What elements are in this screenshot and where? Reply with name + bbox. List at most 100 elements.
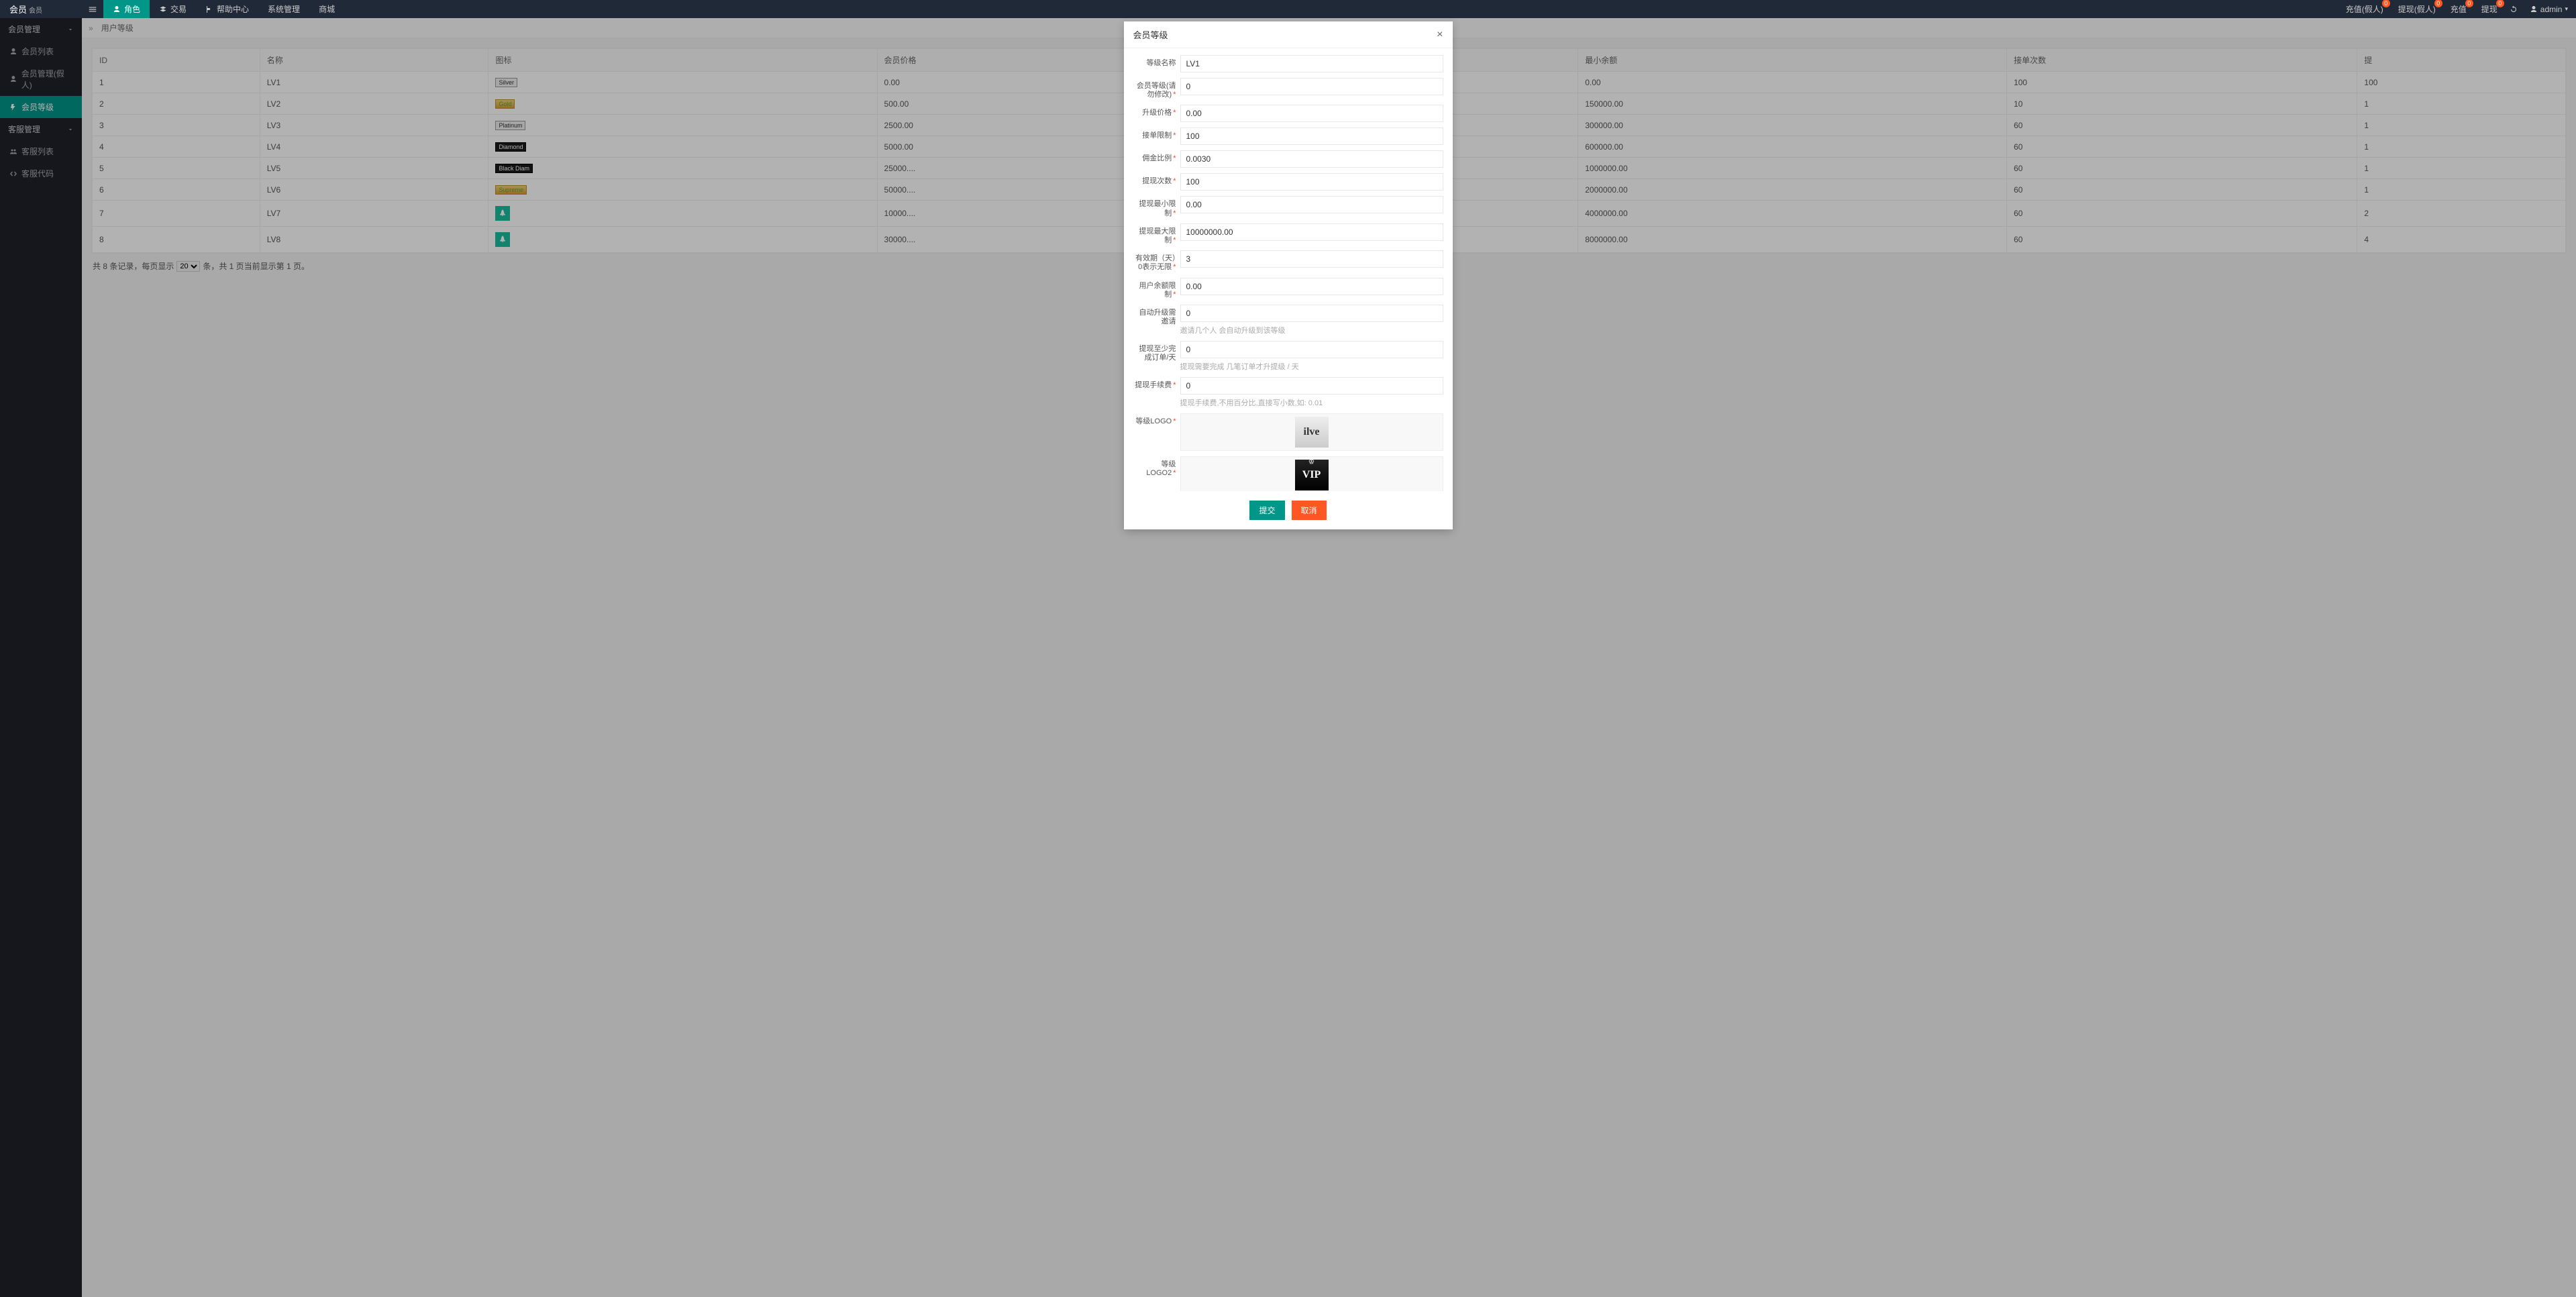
form-row-name: 等级名称 <box>1133 55 1443 72</box>
input-wcount[interactable] <box>1180 173 1443 191</box>
badge: 0 <box>2465 0 2473 7</box>
input-wmax[interactable] <box>1180 223 1443 241</box>
brand-subtitle: 会员 <box>29 5 42 15</box>
form-row-wmax: 提现最大限制* <box>1133 223 1443 245</box>
upload-box-logo[interactable]: ilve <box>1180 413 1443 451</box>
form-label-upgrade: 升级价格* <box>1133 105 1180 117</box>
topright-label: 充值(假人) <box>2346 3 2383 15</box>
submit-button[interactable]: 提交 <box>1249 501 1284 520</box>
form-label-name: 等级名称 <box>1133 55 1180 68</box>
chevron-down-icon: ▾ <box>2565 5 2568 13</box>
form-control-worders: 提现需要完成 几笔订单才升提级 / 天 <box>1180 341 1443 372</box>
form-control-logo: ilve <box>1180 413 1443 451</box>
help-autoinvite: 邀请几个人 会自动升级到该等级 <box>1180 325 1443 335</box>
form-row-wfee: 提现手续费*提现手续费,不用百分比,直接写小数,如: 0.01 <box>1133 377 1443 408</box>
form-row-logo: 等级LOGO* ilve <box>1133 413 1443 451</box>
form-control-autoinvite: 邀请几个人 会自动升级到该等级 <box>1180 305 1443 335</box>
input-upgrade[interactable] <box>1180 105 1443 122</box>
topnav-item-3[interactable]: 系统管理 <box>258 0 309 18</box>
form-row-balancelimit: 用户余额限制* <box>1133 278 1443 299</box>
topright-item-3[interactable]: 提现0 <box>2481 3 2497 15</box>
topright-item-2[interactable]: 充值0 <box>2451 3 2467 15</box>
topbar: 会员 会员 角色交易帮助中心系统管理商城 充值(假人)0提现(假人)0充值0提现… <box>0 0 2576 18</box>
form-row-valid: 有效期（天）0表示无限* <box>1133 250 1443 272</box>
topnav-item-2[interactable]: 帮助中心 <box>196 0 258 18</box>
input-valid[interactable] <box>1180 250 1443 268</box>
form-label-worders: 提现至少完成订单/天 <box>1133 341 1180 362</box>
input-orderlimit[interactable] <box>1180 127 1443 145</box>
form-row-wmin: 提现最小限制* <box>1133 196 1443 217</box>
input-autoinvite[interactable] <box>1180 305 1443 322</box>
form-label-logo2: 等级LOGO2* <box>1133 456 1180 478</box>
flag-icon <box>205 5 213 13</box>
form-control-wcount <box>1180 173 1443 191</box>
form-control-name <box>1180 55 1443 72</box>
form-control-upgrade <box>1180 105 1443 122</box>
form-row-logo2: 等级LOGO2* VIP <box>1133 456 1443 491</box>
menu-toggle-button[interactable] <box>82 5 103 14</box>
form-control-balancelimit <box>1180 278 1443 295</box>
user-icon <box>2530 5 2538 13</box>
topnav: 角色 交易帮助中心系统管理 商城 <box>103 0 344 18</box>
logo-preview-logo: ilve <box>1295 417 1329 448</box>
topnav-item-1[interactable]: 交易 <box>150 0 196 18</box>
form-control-wmin <box>1180 196 1443 213</box>
topright-item-0[interactable]: 充值(假人)0 <box>2346 3 2383 15</box>
brand: 会员 会员 <box>0 3 82 15</box>
form-label-level: 会员等级(请勿修改)* <box>1133 78 1180 99</box>
topnav-item-4[interactable]: 商城 <box>309 0 344 18</box>
scale-icon <box>159 5 167 13</box>
input-rate[interactable] <box>1180 150 1443 168</box>
modal-member-level: 会员等级 × 等级名称会员等级(请勿修改)* 升级价格* 接单限制* 佣金比例* 提现次… <box>1124 21 1453 529</box>
user-name: admin <box>2540 5 2563 14</box>
user-icon <box>113 5 121 13</box>
help-wfee: 提现手续费,不用百分比,直接写小数,如: 0.01 <box>1180 397 1443 408</box>
form-label-orderlimit: 接单限制* <box>1133 127 1180 140</box>
badge: 0 <box>2382 0 2390 7</box>
topnav-label: 交易 <box>170 3 187 15</box>
form-row-worders: 提现至少完成订单/天提现需要完成 几笔订单才升提级 / 天 <box>1133 341 1443 372</box>
form-label-valid: 有效期（天）0表示无限* <box>1133 250 1180 272</box>
form-control-level <box>1180 78 1443 95</box>
refresh-button[interactable] <box>2510 5 2518 13</box>
topnav-label: 商城 <box>319 3 335 15</box>
input-worders[interactable] <box>1180 341 1443 358</box>
form-label-balancelimit: 用户余额限制* <box>1133 278 1180 299</box>
input-name[interactable] <box>1180 55 1443 72</box>
form-label-rate: 佣金比例* <box>1133 150 1180 163</box>
modal-body: 等级名称会员等级(请勿修改)* 升级价格* 接单限制* 佣金比例* 提现次数* 提现最小限… <box>1124 48 1453 491</box>
input-level[interactable] <box>1180 78 1443 95</box>
form-row-upgrade: 升级价格* <box>1133 105 1443 122</box>
topright-label: 提现 <box>2481 3 2497 15</box>
modal-close-button[interactable]: × <box>1437 30 1443 40</box>
badge: 0 <box>2496 0 2504 7</box>
topright-label: 提现(假人) <box>2398 3 2436 15</box>
input-wfee[interactable] <box>1180 377 1443 395</box>
cancel-button[interactable]: 取消 <box>1292 501 1327 520</box>
hamburger-icon <box>88 5 97 14</box>
form-row-autoinvite: 自动升级需邀请邀请几个人 会自动升级到该等级 <box>1133 305 1443 335</box>
modal-header: 会员等级 × <box>1124 21 1453 48</box>
input-wmin[interactable] <box>1180 196 1443 213</box>
help-worders: 提现需要完成 几笔订单才升提级 / 天 <box>1180 361 1443 372</box>
form-label-wcount: 提现次数* <box>1133 173 1180 186</box>
topnav-label: 系统管理 <box>268 3 300 15</box>
form-control-wfee: 提现手续费,不用百分比,直接写小数,如: 0.01 <box>1180 377 1443 408</box>
form-control-rate <box>1180 150 1443 168</box>
form-label-autoinvite: 自动升级需邀请 <box>1133 305 1180 326</box>
topnav-item-0[interactable]: 角色 <box>103 0 150 18</box>
topnav-label: 角色 <box>124 3 140 15</box>
input-balancelimit[interactable] <box>1180 278 1443 295</box>
topright-item-1[interactable]: 提现(假人)0 <box>2398 3 2436 15</box>
form-row-rate: 佣金比例* <box>1133 150 1443 168</box>
form-control-logo2: VIP <box>1180 456 1443 491</box>
form-label-wfee: 提现手续费* <box>1133 377 1180 390</box>
modal-title: 会员等级 <box>1133 28 1168 41</box>
form-label-logo: 等级LOGO* <box>1133 413 1180 426</box>
upload-box-logo2[interactable]: VIP <box>1180 456 1443 491</box>
user-menu[interactable]: admin ▾ <box>2530 5 2568 14</box>
form-label-wmin: 提现最小限制* <box>1133 196 1180 217</box>
logo-preview-logo2: VIP <box>1295 460 1329 490</box>
form-label-wmax: 提现最大限制* <box>1133 223 1180 245</box>
badge: 0 <box>2434 0 2442 7</box>
